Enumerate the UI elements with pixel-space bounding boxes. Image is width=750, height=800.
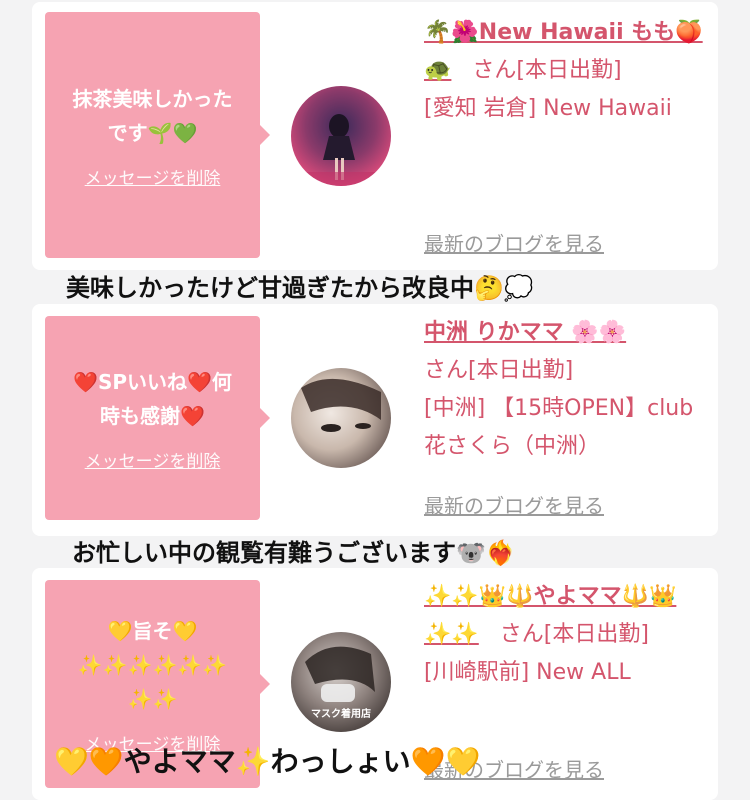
latest-blog-link[interactable]: 最新のブログを見る [424,490,604,519]
sender-location: [中洲] 【15時OPEN】club 花さくら（中洲） [424,396,694,459]
sender-honorific: さん[本日出勤] [499,622,649,647]
delete-message-link[interactable]: メッセージを削除 [85,164,221,189]
avatar[interactable] [291,86,391,186]
overlay-caption: 💛🧡やよママ✨わっしょい🧡💛 [54,745,481,778]
avatar-face-icon [301,378,381,432]
sender-info: 中洲 りかママ 🌸🌸 さん[本日出勤] [中洲] 【15時OPEN】club 花… [424,314,704,466]
avatar-caption: マスク着用店 [311,709,371,720]
avatar[interactable] [291,368,391,468]
sender-honorific: さん[本日出勤] [472,58,622,83]
sender-info: ✨✨👑🔱やよママ🔱👑✨✨ さん[本日出勤] [川崎駅前] New ALL [424,578,704,692]
message-bubble: ❤️SPいいね❤️何 時も感謝❤️ メッセージを削除 [45,316,270,520]
avatar[interactable]: マスク着用店 [291,632,391,732]
overlay-caption: 美味しかったけど甘過ぎたから改良中🤔💭 [66,274,534,302]
latest-blog-link[interactable]: 最新のブログを見る [424,228,604,257]
sender-name-link[interactable]: 中洲 りかママ 🌸🌸 [424,320,626,345]
sender-honorific: さん[本日出勤] [424,358,574,383]
sender-info: 🌴🌺New Hawaii もも🍑🐢 さん[本日出勤] [愛知 岩倉] New H… [424,14,704,128]
message-text: 抹茶美味しかった です🌱💚 [72,86,233,145]
overlay-caption: お忙しい中の観覧有難うございます🐨❤️‍🔥 [72,539,516,567]
message-card: 抹茶美味しかった です🌱💚 メッセージを削除 🌴🌺New Hawaii もも🍑🐢… [32,2,718,270]
sender-location: [愛知 岩倉] New Hawaii [424,96,672,121]
delete-message-link[interactable]: メッセージを削除 [85,447,221,472]
avatar-figure-icon [291,114,391,186]
message-text: ❤️SPいいね❤️何 時も感謝❤️ [73,369,232,428]
message-card: ❤️SPいいね❤️何 時も感謝❤️ メッセージを削除 中洲 りかママ 🌸🌸 さん… [32,304,718,536]
sender-location: [川崎駅前] New ALL [424,660,631,685]
message-text: 💛旨そ💛 ✨✨✨✨✨✨ ✨✨ [77,618,228,711]
message-bubble: 抹茶美味しかった です🌱💚 メッセージを削除 [45,12,270,258]
